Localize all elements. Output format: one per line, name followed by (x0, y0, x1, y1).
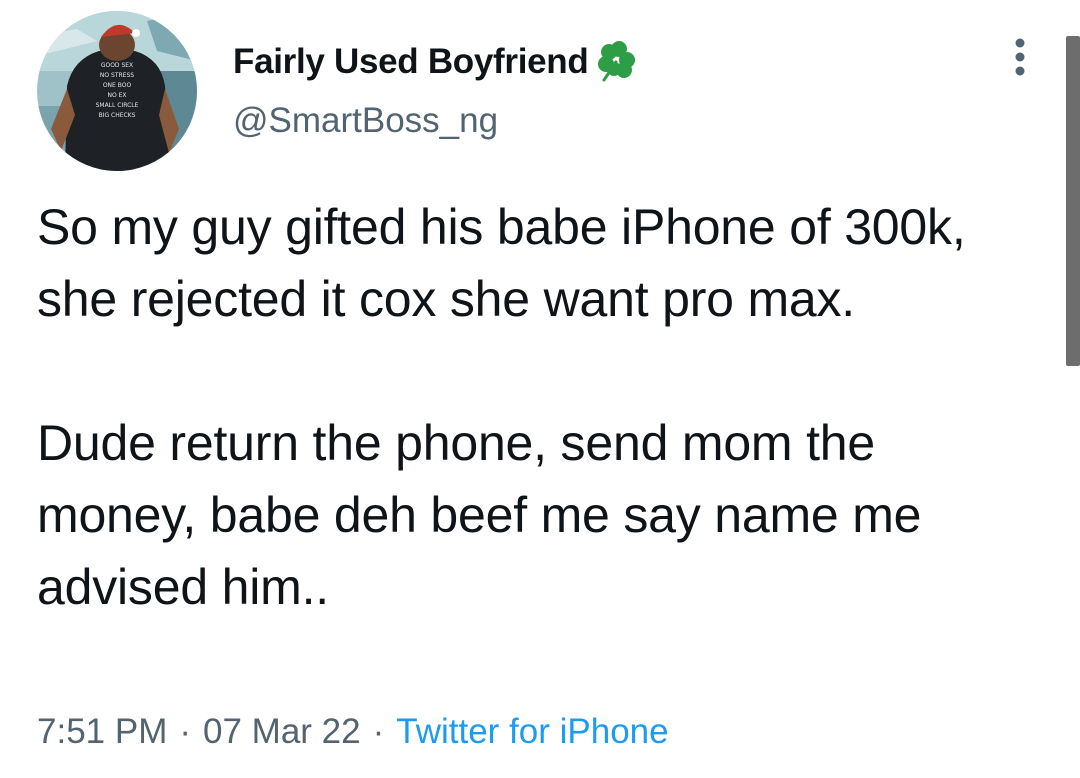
shirt-line-6: BIG CHECKS (99, 112, 136, 119)
user-handle[interactable]: @SmartBoss_ng (233, 99, 498, 143)
four-leaf-clover-icon (594, 40, 638, 84)
separator-dot: · (372, 712, 385, 751)
tweet-time[interactable]: 7:51 PM (37, 712, 167, 751)
shirt-line-1: GOOD SEX (101, 62, 133, 69)
avatar[interactable]: GOOD SEX NO STRESS ONE BOO NO EX SMALL C… (37, 11, 197, 171)
shirt-line-3: ONE BOO (103, 82, 132, 89)
tweet-metadata: 7:51 PM · 07 Mar 22 · Twitter for iPhone (37, 710, 669, 754)
tweet-text: So my guy gifted his babe iPhone of 300k… (37, 191, 1047, 623)
display-name[interactable]: Fairly Used Boyfriend (233, 40, 589, 84)
separator-dot: · (179, 712, 192, 751)
more-dots-icon (1015, 38, 1025, 76)
tweet-paragraph-1: So my guy gifted his babe iPhone of 300k… (37, 199, 966, 327)
more-options-button[interactable] (1004, 36, 1036, 80)
shirt-line-5: SMALL CIRCLE (96, 102, 139, 109)
tweet-source-link[interactable]: Twitter for iPhone (396, 712, 668, 751)
shirt-line-4: NO EX (107, 92, 126, 99)
scrollbar[interactable] (1066, 36, 1080, 366)
shirt-line-2: NO STRESS (100, 72, 134, 79)
avatar-image: GOOD SEX NO STRESS ONE BOO NO EX SMALL C… (37, 11, 197, 171)
tweet-paragraph-2: Dude return the phone, send mom the mone… (37, 415, 922, 615)
user-name-row[interactable]: Fairly Used Boyfriend (233, 40, 638, 84)
tweet-date[interactable]: 07 Mar 22 (203, 712, 361, 751)
